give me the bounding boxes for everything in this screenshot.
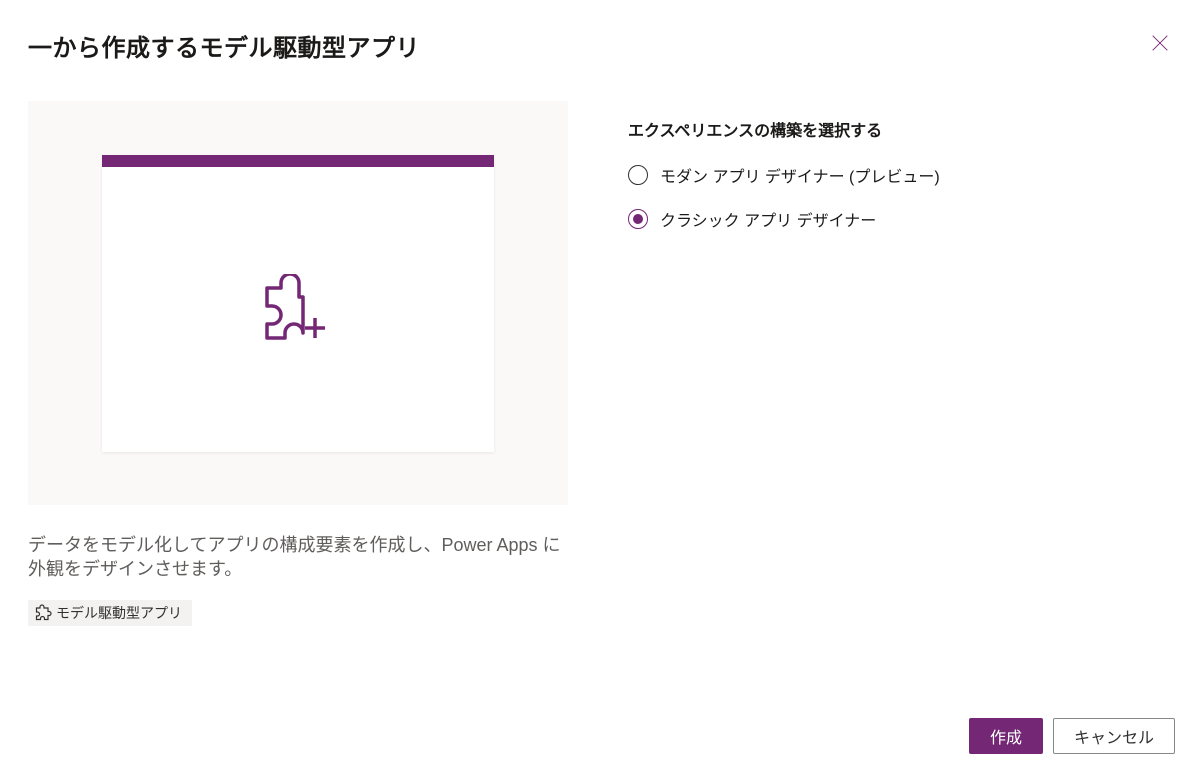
- template-description: データをモデル化してアプリの構成要素を作成し、Power Apps に外観をデザ…: [28, 533, 568, 582]
- options-heading: エクスペリエンスの構築を選択する: [628, 117, 940, 141]
- app-type-badge: モデル駆動型アプリ: [28, 600, 192, 626]
- puzzle-plus-icon: [263, 274, 333, 344]
- radio-indicator: [628, 209, 648, 229]
- close-icon: [1149, 32, 1171, 54]
- preview-card: [102, 155, 494, 452]
- preview-card-accent-bar: [102, 155, 494, 167]
- close-button[interactable]: [1145, 28, 1175, 58]
- create-button[interactable]: 作成: [969, 718, 1043, 754]
- badge-label: モデル駆動型アプリ: [56, 603, 182, 623]
- radio-modern-designer[interactable]: モダン アプリ デザイナー (プレビュー): [628, 163, 940, 187]
- radio-modern-designer-label: モダン アプリ デザイナー (プレビュー): [660, 163, 940, 187]
- radio-classic-designer-label: クラシック アプリ デザイナー: [660, 207, 876, 231]
- puzzle-icon: [34, 604, 52, 622]
- radio-indicator: [628, 165, 648, 185]
- radio-classic-designer[interactable]: クラシック アプリ デザイナー: [628, 207, 940, 231]
- template-preview-panel: [28, 101, 568, 505]
- cancel-button[interactable]: キャンセル: [1053, 718, 1175, 754]
- dialog-title: 一から作成するモデル駆動型アプリ: [28, 28, 420, 63]
